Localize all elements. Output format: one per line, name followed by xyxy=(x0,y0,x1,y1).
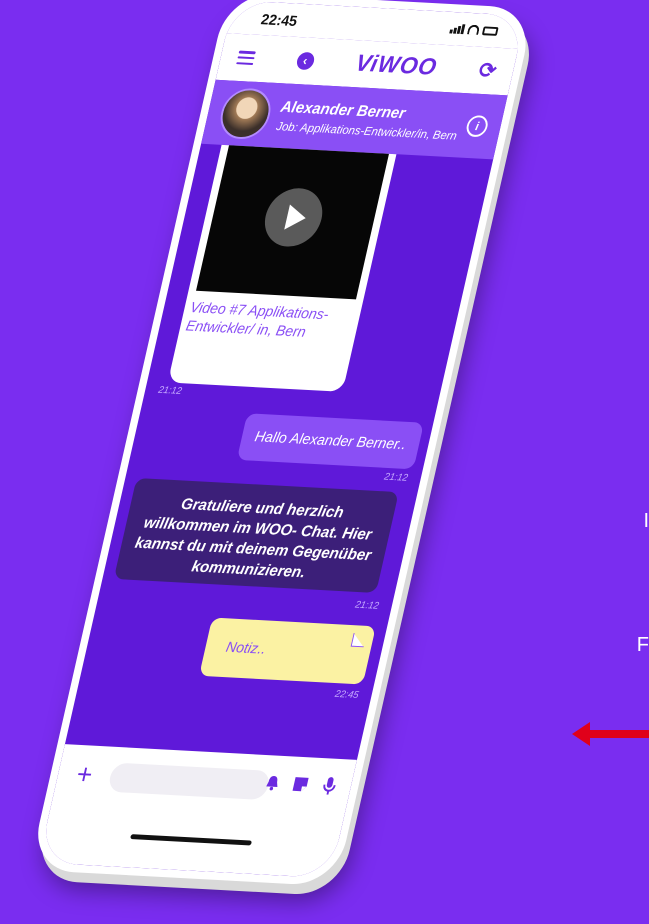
bell-icon[interactable] xyxy=(263,775,281,791)
signal-icon xyxy=(449,24,466,35)
message-input[interactable] xyxy=(106,762,272,801)
status-time: 22:45 xyxy=(259,11,299,30)
video-caption: Video #7 Applikations-Entwickler/ in, Be… xyxy=(184,299,331,341)
status-icons xyxy=(449,24,499,36)
note-fold-icon xyxy=(350,633,364,648)
message-timestamp: 22:45 xyxy=(333,689,360,701)
phone-shell: 22:45 ‹ ViWOO ⟳ Alexander Berner Job: Ap… xyxy=(28,0,535,887)
wifi-icon xyxy=(466,24,481,35)
play-icon[interactable] xyxy=(259,186,329,249)
phone-mockup: 22:45 ‹ ViWOO ⟳ Alexander Berner Job: Ap… xyxy=(26,0,535,901)
message-timestamp: 21:12 xyxy=(157,384,183,397)
background-label-1: I xyxy=(643,510,649,532)
sticky-note-icon[interactable] xyxy=(291,776,309,792)
home-indicator[interactable] xyxy=(130,834,253,846)
mic-icon[interactable] xyxy=(321,776,338,796)
note-message[interactable]: Notiz.. xyxy=(199,617,376,685)
arrow-left-icon xyxy=(572,722,649,746)
app-logo: ViWOO xyxy=(353,50,440,81)
note-text: Notiz.. xyxy=(224,639,268,658)
chat-screen: 22:45 ‹ ViWOO ⟳ Alexander Berner Job: Ap… xyxy=(38,0,526,879)
contact-info: Alexander Berner Job: Applikations-Entwi… xyxy=(275,99,471,143)
background-label-2: F xyxy=(636,634,649,656)
menu-icon[interactable] xyxy=(236,50,256,66)
refresh-icon[interactable]: ⟳ xyxy=(476,58,499,84)
battery-icon xyxy=(481,26,499,36)
outgoing-message: Hallo Alexander Berner.. xyxy=(236,413,424,470)
message-timestamp: 21:12 xyxy=(383,471,409,484)
message-timestamp: 21:12 xyxy=(354,599,380,612)
plus-icon[interactable]: + xyxy=(73,759,96,791)
composer-bar: + xyxy=(38,744,357,879)
video-message[interactable]: Video #7 Applikations-Entwickler/ in, Be… xyxy=(167,144,397,392)
avatar[interactable] xyxy=(215,87,276,141)
incoming-message: Gratuliere und herzlich willkommen im WO… xyxy=(113,478,399,593)
back-icon[interactable]: ‹ xyxy=(294,51,316,71)
video-thumbnail[interactable] xyxy=(196,145,389,300)
